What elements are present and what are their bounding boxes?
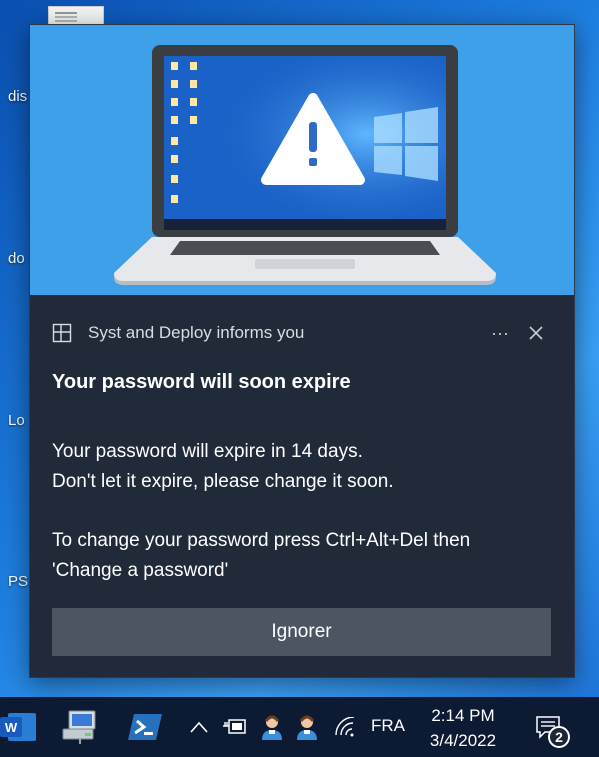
- clock[interactable]: 2:14 PM 3/4/2022: [418, 703, 508, 753]
- toast-instructions: To change your password press Ctrl+Alt+D…: [52, 526, 552, 586]
- ellipsis-icon[interactable]: ···: [484, 321, 516, 345]
- language-indicator[interactable]: FRA: [371, 716, 405, 736]
- computer-network-icon[interactable]: [60, 707, 100, 747]
- desktop-icon-label-1[interactable]: dis: [8, 88, 27, 105]
- laptop-warning-illustration: [114, 45, 496, 285]
- toast-message: Your password will expire in 14 days. Do…: [52, 437, 552, 497]
- svg-text:W: W: [5, 720, 18, 735]
- wifi-icon[interactable]: [330, 707, 360, 747]
- taskbar: W FRA 2:14 PM 3/4/2022 2: [0, 697, 599, 757]
- user-headset-icon[interactable]: [257, 707, 287, 747]
- ignore-button[interactable]: Ignorer: [52, 608, 551, 656]
- message-line: Don't let it expire, please change it so…: [52, 471, 394, 492]
- toast-notification: Syst and Deploy informs you ··· Your pas…: [29, 24, 575, 678]
- desktop-icon-label-3[interactable]: Lo: [8, 412, 25, 429]
- word-icon[interactable]: W: [0, 707, 36, 747]
- clock-date: 3/4/2022: [429, 731, 497, 750]
- toast-title: Your password will soon expire: [52, 371, 351, 393]
- clock-time: 2:14 PM: [431, 706, 495, 725]
- message-line: Your password will expire in 14 days.: [52, 441, 363, 462]
- instruction-line: 'Change a password': [52, 560, 229, 581]
- user-headset-icon-2[interactable]: [292, 707, 322, 747]
- hero-image: [30, 25, 574, 295]
- app-icon: [52, 323, 72, 343]
- notification-count-badge: 2: [548, 726, 570, 748]
- chevron-up-icon[interactable]: [188, 707, 210, 747]
- power-plug-icon[interactable]: [220, 707, 250, 747]
- close-icon[interactable]: [520, 321, 552, 345]
- app-name: Syst and Deploy informs you: [88, 323, 305, 342]
- desktop-icon-label-2[interactable]: do: [8, 250, 25, 267]
- powershell-icon[interactable]: [125, 707, 165, 747]
- toast-header: Syst and Deploy informs you ···: [52, 321, 552, 345]
- instruction-line: To change your password press Ctrl+Alt+D…: [52, 530, 471, 551]
